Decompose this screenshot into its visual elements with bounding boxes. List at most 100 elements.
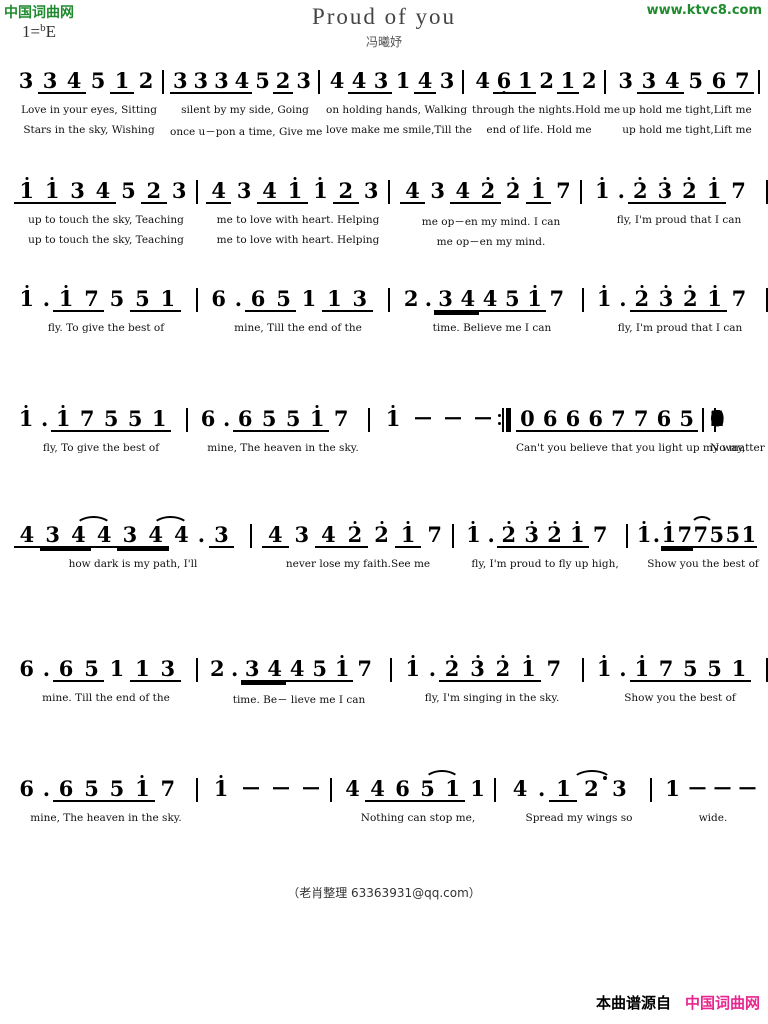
note: 3: [637, 70, 660, 92]
barline: [196, 180, 198, 204]
measure: 06667765: [516, 408, 698, 433]
measure: 3334523: [170, 70, 314, 95]
barline: [186, 408, 188, 432]
note: 1: [590, 180, 615, 202]
footer-source-label: 本曲谱源自: [595, 994, 671, 1012]
lyric-row-2: Stars in the sky, Wishing once u－pon a ti…: [0, 124, 768, 144]
lyric-segment: fly, I'm proud that I can: [617, 322, 743, 334]
measure: 6.65113: [14, 658, 192, 683]
augmentation-dot: .: [617, 178, 625, 203]
note: 1: [130, 658, 155, 680]
barline: [604, 70, 606, 94]
note: 1: [400, 658, 425, 680]
note: 3: [170, 70, 191, 92]
augmentation-dot: .: [42, 776, 51, 801]
note: 1: [301, 286, 317, 311]
staff-system: 1 1 3 4 5 2 3 4 3 4 1 1 2 3 4 3 4 2 2 1 7 1. 2 3 2 1 7 up to touch …: [0, 180, 768, 254]
barline: [196, 778, 198, 802]
note: 3: [370, 70, 392, 92]
note: 4: [348, 70, 370, 92]
note: 4: [414, 70, 436, 92]
note: 1: [549, 778, 577, 800]
lyric-segment: up hold me tight,Lift me: [622, 124, 752, 136]
note: 4: [365, 778, 390, 800]
note: 4: [143, 524, 169, 546]
lyric-segment: Stars in the sky, Wishing: [23, 124, 155, 136]
barline: [162, 70, 164, 94]
note: 1: [636, 522, 652, 547]
note: 1: [130, 778, 155, 800]
augmentation-dot: .: [487, 522, 495, 547]
measure: 4341123: [206, 180, 384, 205]
augmentation-dot: .: [222, 406, 231, 431]
lyric-segment: fly, I'm proud that I can: [616, 214, 742, 226]
lyric-segment: mine. Till the end of the: [42, 692, 170, 704]
note: 1: [14, 408, 38, 430]
note: 5: [79, 658, 104, 680]
note: 5: [702, 658, 726, 680]
augmentation-dot: .: [538, 776, 546, 801]
duration-dash: －: [472, 406, 494, 431]
note: 6: [200, 406, 216, 431]
augmentation-dot: .: [619, 656, 627, 681]
note: 2: [209, 656, 225, 681]
augmentation-dot: .: [619, 286, 627, 311]
note: 3: [434, 288, 456, 310]
note: 1: [322, 288, 347, 310]
measure: 334567: [614, 70, 754, 95]
note: 1: [523, 288, 545, 310]
note: 5: [257, 408, 281, 430]
tie-slur: [151, 516, 190, 527]
note: 6: [53, 778, 78, 800]
staff-system: 4 3 4 4 3 4 4. 3 4 3 4 2 2 1 7 1. 2 3 2 1 7 1. 1 7 7 5 5 1 how dark …: [0, 516, 768, 578]
note: 1: [14, 180, 39, 202]
lyric-segment: me to love with heart. Helping: [216, 214, 380, 226]
note: 2: [543, 524, 566, 546]
note: 5: [308, 658, 331, 680]
note: 1: [147, 408, 171, 430]
note: 6: [245, 288, 270, 310]
note: 2: [630, 288, 654, 310]
note: 5: [725, 522, 741, 547]
lyric-segment: through the nights.Hold me: [472, 104, 621, 116]
lyric-segment: me op－en my mind. I can: [421, 216, 561, 228]
note: 2: [273, 70, 294, 92]
lyric-segment: me op－en my mind.: [436, 236, 546, 248]
note: 3: [430, 178, 446, 203]
augmentation-dot: .: [197, 522, 206, 547]
note: 2: [501, 180, 526, 202]
note: 7: [607, 408, 630, 430]
note: 2: [342, 524, 369, 546]
note: 2: [497, 524, 520, 546]
note: 3: [40, 524, 66, 546]
note: 7: [333, 406, 349, 431]
barline: [714, 408, 716, 432]
note-row: 1134523434112343422171.23217: [0, 180, 768, 214]
note: 6: [584, 408, 607, 430]
barline: [318, 70, 320, 94]
note: 1: [462, 524, 485, 546]
note: 3: [191, 70, 212, 92]
lyric-segment: love make me smile,Till the: [326, 124, 473, 136]
lyric-segment: Show you the best of: [647, 558, 759, 570]
augmentation-dot: .: [234, 286, 243, 311]
note: 1: [305, 408, 329, 430]
lyric-row-1: mine, The heaven in the sky. Nothing can …: [0, 812, 768, 832]
note: 2: [333, 180, 358, 202]
repeat-end-barline: [498, 408, 511, 433]
note: 5: [104, 778, 129, 800]
note: 5: [501, 288, 523, 310]
note: 4: [66, 524, 92, 546]
barline: [196, 658, 198, 682]
footer-source: 本曲谱源自 中国词曲网: [596, 992, 760, 1013]
footer-brand-link[interactable]: 中国词曲网: [685, 994, 760, 1012]
lyric-segment: up to touch the sky, Teaching: [28, 214, 184, 226]
barline: [494, 778, 496, 802]
note: 4: [512, 776, 528, 801]
note: 6: [562, 408, 585, 430]
note: 7: [160, 776, 176, 801]
lyric-segment: end of life. Hold me: [486, 124, 592, 136]
measure: 1.23217: [590, 180, 762, 205]
barline: [702, 408, 704, 432]
note: 4: [62, 70, 86, 92]
